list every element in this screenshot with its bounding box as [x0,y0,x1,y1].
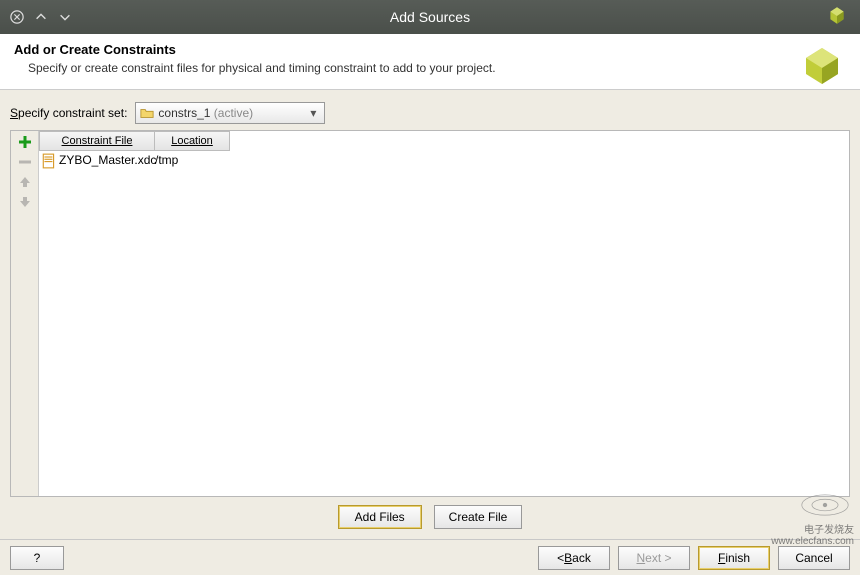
table-row[interactable]: ZYBO_Master.xdc /tmp [39,151,849,169]
constraint-set-dropdown[interactable]: constrs_1 (active) ▾ [135,102,325,124]
constraint-set-row: Specify constraint set: constrs_1 (activ… [10,102,850,124]
table-body: ZYBO_Master.xdc /tmp [39,151,849,496]
close-icon[interactable] [8,8,26,26]
create-file-button[interactable]: Create File [434,505,523,529]
cell-file: ZYBO_Master.xdc [59,153,155,167]
window-controls [0,8,74,26]
chevron-down-icon[interactable] [56,8,74,26]
file-table: Constraint File Location ZYBO_Master.xdc… [39,131,849,496]
col-location[interactable]: Location [155,131,230,151]
back-button[interactable]: < Back [538,546,610,570]
col-constraint-file[interactable]: Constraint File [39,131,155,151]
move-up-button [14,173,36,191]
add-button[interactable] [14,133,36,151]
folder-icon [140,106,154,120]
add-files-button[interactable]: Add Files [338,505,422,529]
page-title: Add or Create Constraints [14,42,846,57]
move-down-button [14,193,36,211]
file-actions: Add Files Create File [10,505,850,529]
help-button[interactable]: ? [10,546,64,570]
cell-location: /tmp [155,153,230,167]
table-header: Constraint File Location [39,131,849,151]
app-logo-icon [826,5,848,27]
dropdown-arrow-icon: ▾ [306,106,320,120]
page-description: Specify or create constraint files for p… [28,61,846,75]
constraint-set-label: Specify constraint set: [10,106,127,120]
window-title: Add Sources [0,9,860,25]
vivado-logo-icon [802,46,842,86]
file-list-toolbar [11,131,39,496]
titlebar: Add Sources [0,0,860,34]
wizard-header: Add or Create Constraints Specify or cre… [0,34,860,90]
wizard-body: Specify constraint set: constrs_1 (activ… [0,90,860,561]
wizard-footer: ? < Back Next > Finish Cancel [0,539,860,575]
chevron-up-icon[interactable] [32,8,50,26]
cancel-button[interactable]: Cancel [778,546,850,570]
remove-button [14,153,36,171]
next-button: Next > [618,546,690,570]
finish-button[interactable]: Finish [698,546,770,570]
file-icon [41,153,57,167]
constraint-set-value: constrs_1 (active) [158,106,306,120]
file-list-panel: Constraint File Location ZYBO_Master.xdc… [10,130,850,497]
